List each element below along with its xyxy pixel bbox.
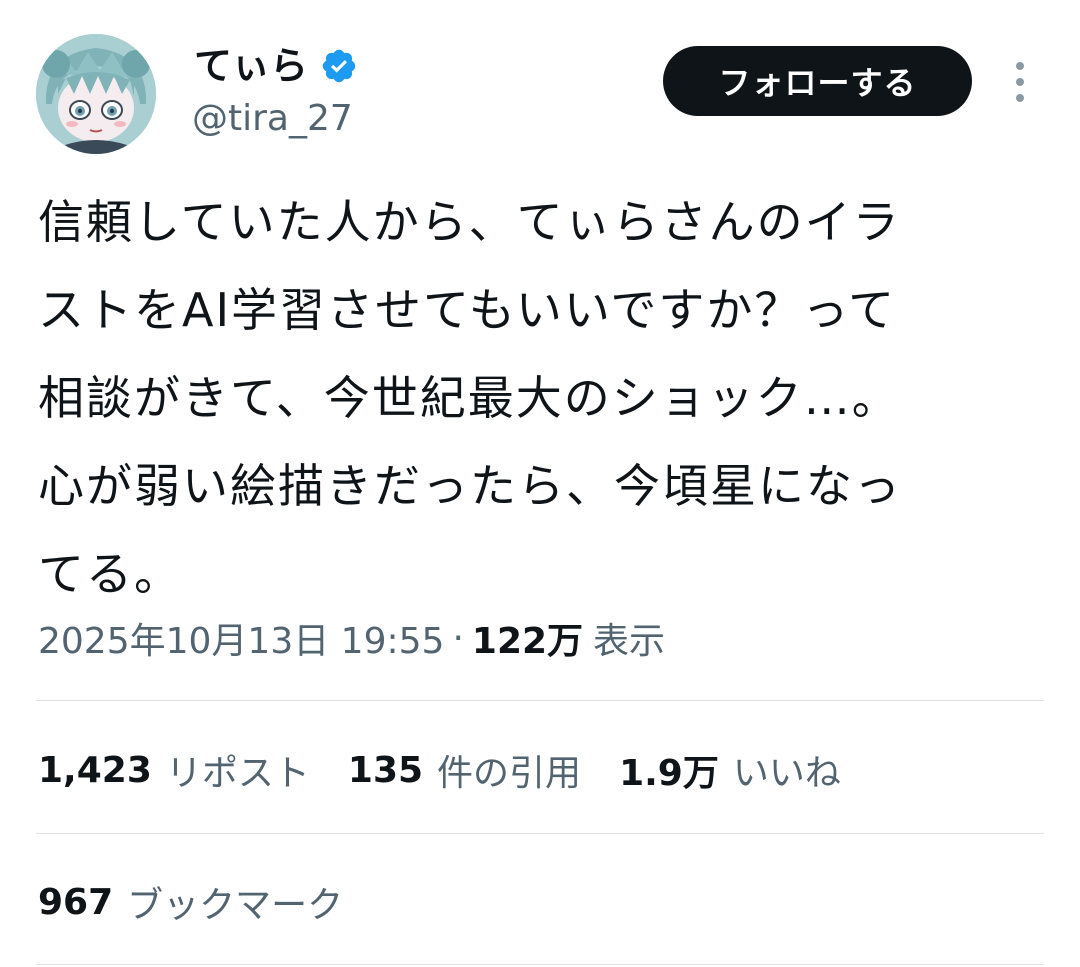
divider bbox=[36, 833, 1044, 834]
likes-label: いいね bbox=[732, 753, 841, 794]
bookmarks-label: ブックマーク bbox=[127, 885, 344, 926]
tweet-text-line: 信頼していた人から、てぃらさんのイラ bbox=[38, 195, 901, 249]
reposts-count: 1,423 bbox=[38, 749, 152, 791]
dot bbox=[1016, 62, 1024, 70]
likes-count: 1.9万 bbox=[619, 753, 719, 794]
bookmarks-stat[interactable]: 967 ブックマーク bbox=[38, 876, 343, 928]
tweet-meta: 2025年10月13日 19:55 · 122万 表示 bbox=[38, 608, 665, 668]
tweet-text-line: ストをAI学習させてもいいですか？って bbox=[38, 283, 897, 337]
avatar-illustration bbox=[36, 34, 156, 154]
reposts-label: リポスト bbox=[165, 753, 310, 794]
tweet-text-line: てる。 bbox=[38, 547, 182, 601]
quotes-stat[interactable]: 135 件の引用 bbox=[348, 744, 581, 796]
display-name[interactable]: てぃら bbox=[194, 38, 308, 94]
bookmarks-stat-row: 967 ブックマーク bbox=[38, 872, 381, 932]
timestamp[interactable]: 2025年10月13日 19:55 bbox=[38, 612, 444, 664]
bookmarks-count: 967 bbox=[38, 881, 114, 923]
divider bbox=[36, 964, 1044, 965]
meta-separator: · bbox=[452, 617, 464, 659]
quotes-count: 135 bbox=[347, 749, 424, 791]
user-handle[interactable]: @tira_27 bbox=[192, 92, 353, 146]
likes-stat[interactable]: 1.9万 いいね bbox=[619, 744, 841, 796]
views-label[interactable]: 表示 bbox=[593, 612, 665, 664]
tweet-text-line: 相談がきて、今世紀最大のショック…。 bbox=[38, 371, 900, 425]
quotes-label: 件の引用 bbox=[437, 753, 582, 794]
verified-badge-icon[interactable] bbox=[320, 47, 358, 85]
dot bbox=[1016, 78, 1024, 86]
tweet-text: 信頼していた人から、てぃらさんのイラ ストをAI学習させてもいいですか？って 相… bbox=[38, 178, 1048, 618]
tweet-text-line: 心が弱い絵描きだったら、今頃星になっ bbox=[38, 459, 902, 513]
more-vertical-icon[interactable] bbox=[1004, 58, 1036, 106]
avatar[interactable] bbox=[36, 34, 156, 154]
dot bbox=[1016, 94, 1024, 102]
divider bbox=[36, 700, 1044, 701]
views-count[interactable]: 122万 bbox=[472, 612, 583, 664]
engagement-stats: 1,423 リポスト 135 件の引用 1.9万 いいね bbox=[38, 740, 879, 800]
reposts-stat[interactable]: 1,423 リポスト bbox=[38, 744, 310, 796]
follow-button[interactable]: フォローする bbox=[663, 46, 972, 116]
author-name-row[interactable]: てぃら bbox=[194, 38, 358, 94]
